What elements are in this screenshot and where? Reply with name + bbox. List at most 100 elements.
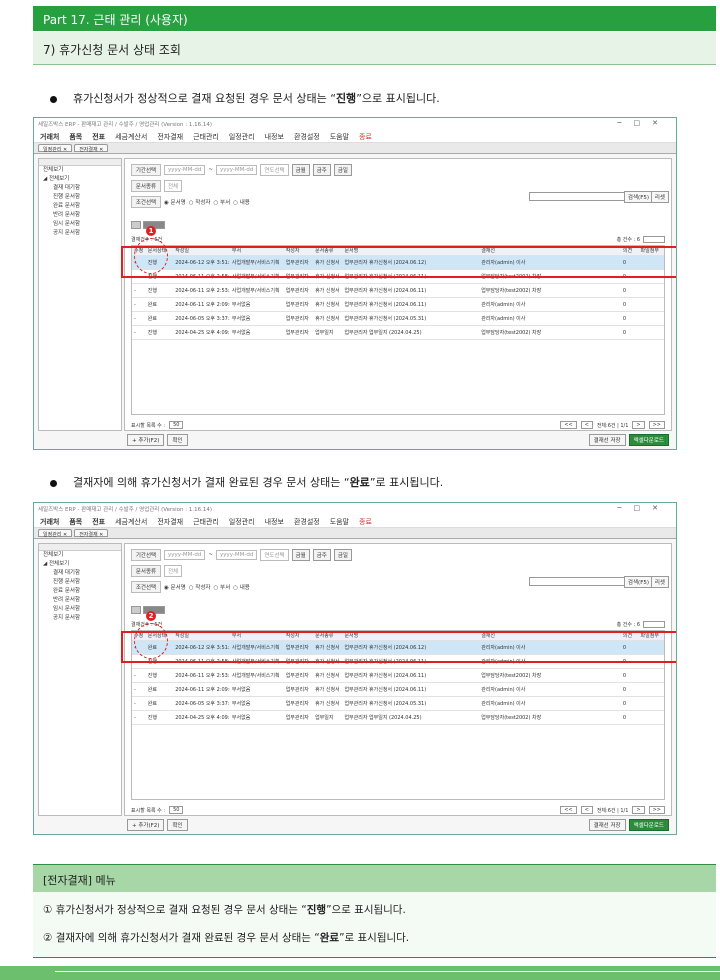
doctype-select[interactable]: 전체 (164, 179, 183, 192)
window-control-icon[interactable]: ✕ (652, 119, 670, 127)
menu-item[interactable]: 품목 (69, 132, 82, 141)
date-to-input[interactable]: yyyy-MM-dd (215, 164, 258, 175)
search-button[interactable]: 검색(F5) (623, 191, 653, 203)
tree-item[interactable]: 공지 문서함 (39, 614, 121, 623)
menu-item[interactable]: 종료 (359, 132, 372, 141)
excel-download-button[interactable]: 엑셀다운로드 (628, 434, 669, 446)
table-row[interactable]: - 진행 2024-04-25 오후 4:09:12 부서없음 업무관리자 업무일지 업무관… (132, 711, 664, 725)
tab[interactable]: 일정관리 ✕ (38, 144, 73, 153)
table-row[interactable]: - 진행 2024-06-11 오후 2:53:56 사업개발부/서비스기획 업무관리자… (132, 669, 664, 683)
confirm-button[interactable]: 확인 (167, 434, 188, 446)
tree-item[interactable]: 임시 문서함 (39, 220, 121, 229)
menu-item[interactable]: 품목 (69, 517, 82, 526)
per-page-select[interactable]: 50 (169, 421, 184, 429)
menu-item[interactable]: 일정관리 (229, 132, 255, 141)
tree-item[interactable]: ◢ 전체보기 (39, 175, 121, 184)
tree-item[interactable]: 반려 문서함 (39, 211, 121, 220)
tree-item[interactable]: ◢ 전체보기 (39, 560, 121, 569)
save-approval-line-button[interactable]: 결재선 저장 (588, 819, 626, 831)
cond-radio[interactable]: ○ 작성자 (189, 198, 211, 206)
doctype-select[interactable]: 전체 (164, 564, 183, 577)
pager-first-button[interactable]: << (560, 421, 577, 429)
table-row[interactable]: - 완료 2024-06-11 오후 2:09:04 부서없음 업무관리자 휴가 신청서 업… (132, 298, 664, 312)
year-select[interactable]: 연도선택 (260, 163, 289, 176)
menu-item[interactable]: 세금계산서 (115, 132, 147, 141)
menu-item[interactable]: 환경설정 (294, 132, 320, 141)
menu-item[interactable]: 전표 (92, 517, 105, 526)
tree-item[interactable]: 공지 문서함 (39, 229, 121, 238)
window-control-icon[interactable]: ✕ (652, 504, 670, 512)
tab[interactable]: 전자결재 ✕ (74, 529, 109, 538)
menu-item[interactable]: 전표 (92, 132, 105, 141)
cond-radio[interactable]: ○ 내용 (233, 583, 250, 591)
date-to-input[interactable]: yyyy-MM-dd (215, 549, 258, 560)
per-page-select[interactable]: 50 (169, 806, 184, 814)
reset-button[interactable]: 리셋 (650, 576, 669, 588)
page-size-box[interactable] (643, 236, 665, 243)
today-button[interactable]: 금일 (333, 163, 352, 176)
add-button[interactable]: + 추가(F2) (127, 819, 165, 831)
this-month-button[interactable]: 금월 (291, 163, 310, 176)
tree-item[interactable]: 완료 문서함 (39, 202, 121, 211)
tree-item[interactable]: 임시 문서함 (39, 605, 121, 614)
date-from-input[interactable]: yyyy-MM-dd (164, 549, 206, 560)
pager-last-button[interactable]: >> (648, 806, 665, 814)
add-button[interactable]: + 추가(F2) (127, 434, 165, 446)
search-button[interactable]: 검색(F5) (623, 576, 653, 588)
tab[interactable]: 일정관리 ✕ (38, 529, 73, 538)
tree-item[interactable]: 결재 대기함 (39, 184, 121, 193)
cond-radio[interactable]: ○ 작성자 (189, 583, 211, 591)
menu-item[interactable]: 전자결재 (157, 132, 183, 141)
this-week-button[interactable]: 금주 (312, 163, 331, 176)
view-tab[interactable] (131, 221, 141, 229)
cond-radio[interactable]: ○ 내용 (233, 198, 250, 206)
page-size-box[interactable] (643, 621, 665, 628)
menu-item[interactable]: 내정보 (265, 132, 284, 141)
pager-next-button[interactable]: > (632, 421, 645, 429)
pager-prev-button[interactable]: < (580, 806, 593, 814)
table-row[interactable]: - 완료 2024-06-05 오후 3:37:33 부서없음 업무관리자 휴가 신청서 업… (132, 697, 664, 711)
menu-item[interactable]: 일정관리 (229, 517, 255, 526)
tree-item[interactable]: 반려 문서함 (39, 596, 121, 605)
pager-first-button[interactable]: << (560, 806, 577, 814)
pager-prev-button[interactable]: < (580, 421, 593, 429)
window-control-icon[interactable]: ─ (617, 504, 633, 512)
cond-radio[interactable]: ○ 부서 (213, 198, 230, 206)
cond-radio[interactable]: ◉ 문서명 (164, 198, 186, 206)
cond-radio[interactable]: ◉ 문서명 (164, 583, 186, 591)
search-input[interactable] (529, 577, 629, 586)
date-from-input[interactable]: yyyy-MM-dd (164, 164, 206, 175)
menu-item[interactable]: 도움말 (330, 517, 349, 526)
menu-item[interactable]: 내정보 (265, 517, 284, 526)
save-approval-line-button[interactable]: 결재선 저장 (588, 434, 626, 446)
tab[interactable]: 전자결재 ✕ (74, 144, 109, 153)
reset-button[interactable]: 리셋 (650, 191, 669, 203)
table-row[interactable]: - 완료 2024-06-05 오후 3:37:33 부서없음 업무관리자 휴가 신청서 업… (132, 312, 664, 326)
window-control-icon[interactable]: □ (634, 504, 653, 512)
menu-item[interactable]: 근태관리 (193, 517, 219, 526)
tree-item[interactable]: 전체보기 (39, 551, 121, 560)
year-select[interactable]: 연도선택 (260, 548, 289, 561)
excel-download-button[interactable]: 엑셀다운로드 (628, 819, 669, 831)
search-input[interactable] (529, 192, 629, 201)
tree-item[interactable]: 진행 문서함 (39, 578, 121, 587)
menu-item[interactable]: 전자결재 (157, 517, 183, 526)
menu-item[interactable]: 종료 (359, 517, 372, 526)
window-control-icon[interactable]: □ (634, 119, 653, 127)
window-control-icon[interactable]: ─ (617, 119, 633, 127)
menu-item[interactable]: 거래처 (40, 132, 59, 141)
menu-item[interactable]: 근태관리 (193, 132, 219, 141)
tree-item[interactable]: 결재 대기함 (39, 569, 121, 578)
this-month-button[interactable]: 금월 (291, 548, 310, 561)
cond-radio[interactable]: ○ 부서 (213, 583, 230, 591)
this-week-button[interactable]: 금주 (312, 548, 331, 561)
menu-item[interactable]: 환경설정 (294, 517, 320, 526)
table-row[interactable]: - 진행 2024-06-11 오후 2:53:56 사업개발부/서비스기획 업무관리자… (132, 284, 664, 298)
tree-item[interactable]: 완료 문서함 (39, 587, 121, 596)
pager-last-button[interactable]: >> (648, 421, 665, 429)
tree-item[interactable]: 전체보기 (39, 166, 121, 175)
view-tab[interactable] (131, 606, 141, 614)
menu-item[interactable]: 거래처 (40, 517, 59, 526)
confirm-button[interactable]: 확인 (167, 819, 188, 831)
pager-next-button[interactable]: > (632, 806, 645, 814)
